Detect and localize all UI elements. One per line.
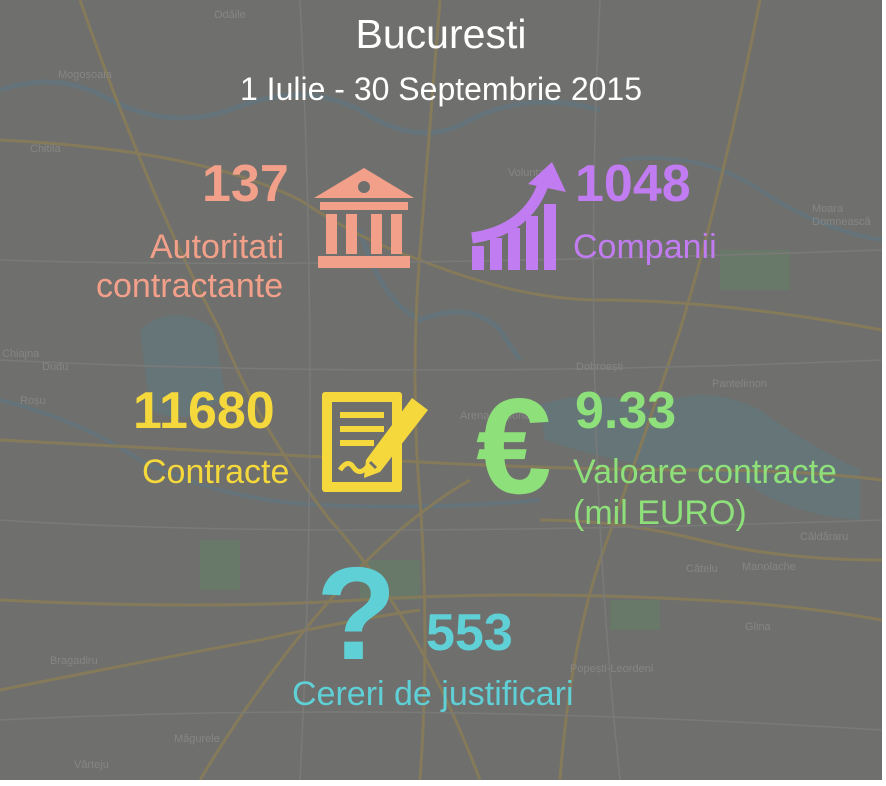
contract-value-number: 9.33: [575, 382, 677, 440]
growth-chart-icon: [471, 162, 566, 270]
authorities-label-line1: Autoritati: [150, 228, 285, 266]
infographic-card: Odăile Mogoșoaia Chitila Voluntari Moara…: [0, 0, 882, 780]
contract-value-label-line2: (mil EURO): [573, 494, 747, 532]
svg-text:Moara: Moara: [812, 203, 844, 215]
svg-text:Chitila: Chitila: [30, 143, 61, 155]
svg-text:Chiajna: Chiajna: [2, 348, 40, 360]
svg-text:Dobroești: Dobroești: [576, 361, 623, 373]
contracts-label: Contracte: [142, 453, 290, 491]
contract-value-label-line1: Valoare contracte: [573, 453, 837, 491]
companies-label: Companii: [573, 228, 717, 266]
svg-text:Manolache: Manolache: [742, 561, 796, 573]
svg-text:Roșu: Roșu: [20, 395, 46, 407]
euro-icon: €: [476, 370, 552, 522]
svg-text:Dudu: Dudu: [42, 361, 68, 373]
contracts-value: 11680: [133, 382, 275, 440]
companies-value: 1048: [575, 155, 691, 213]
svg-text:Domnească: Domnească: [812, 216, 872, 228]
justifications-label: Cereri de justificari: [292, 675, 574, 713]
city-title: Bucuresti: [355, 11, 527, 57]
period-subtitle: 1 Iulie - 30 Septembrie 2015: [239, 71, 643, 107]
bank-building-icon: [314, 168, 414, 268]
authorities-label-line2: contractante: [96, 267, 284, 305]
svg-text:Vârteju: Vârteju: [74, 759, 109, 771]
svg-text:Bragadiru: Bragadiru: [50, 655, 98, 667]
justifications-value: 553: [426, 604, 513, 662]
authorities-value: 137: [202, 155, 289, 213]
svg-text:Popești-Leordeni: Popești-Leordeni: [570, 663, 653, 675]
svg-text:Căldăraru: Căldăraru: [800, 531, 848, 543]
svg-text:Pantelimon: Pantelimon: [712, 378, 767, 390]
svg-text:Măgurele: Măgurele: [174, 733, 220, 745]
question-mark-icon: ?: [316, 540, 397, 687]
svg-text:Glina: Glina: [745, 621, 772, 633]
svg-text:Cătelu: Cătelu: [686, 563, 718, 575]
contract-signature-icon: [322, 392, 428, 492]
